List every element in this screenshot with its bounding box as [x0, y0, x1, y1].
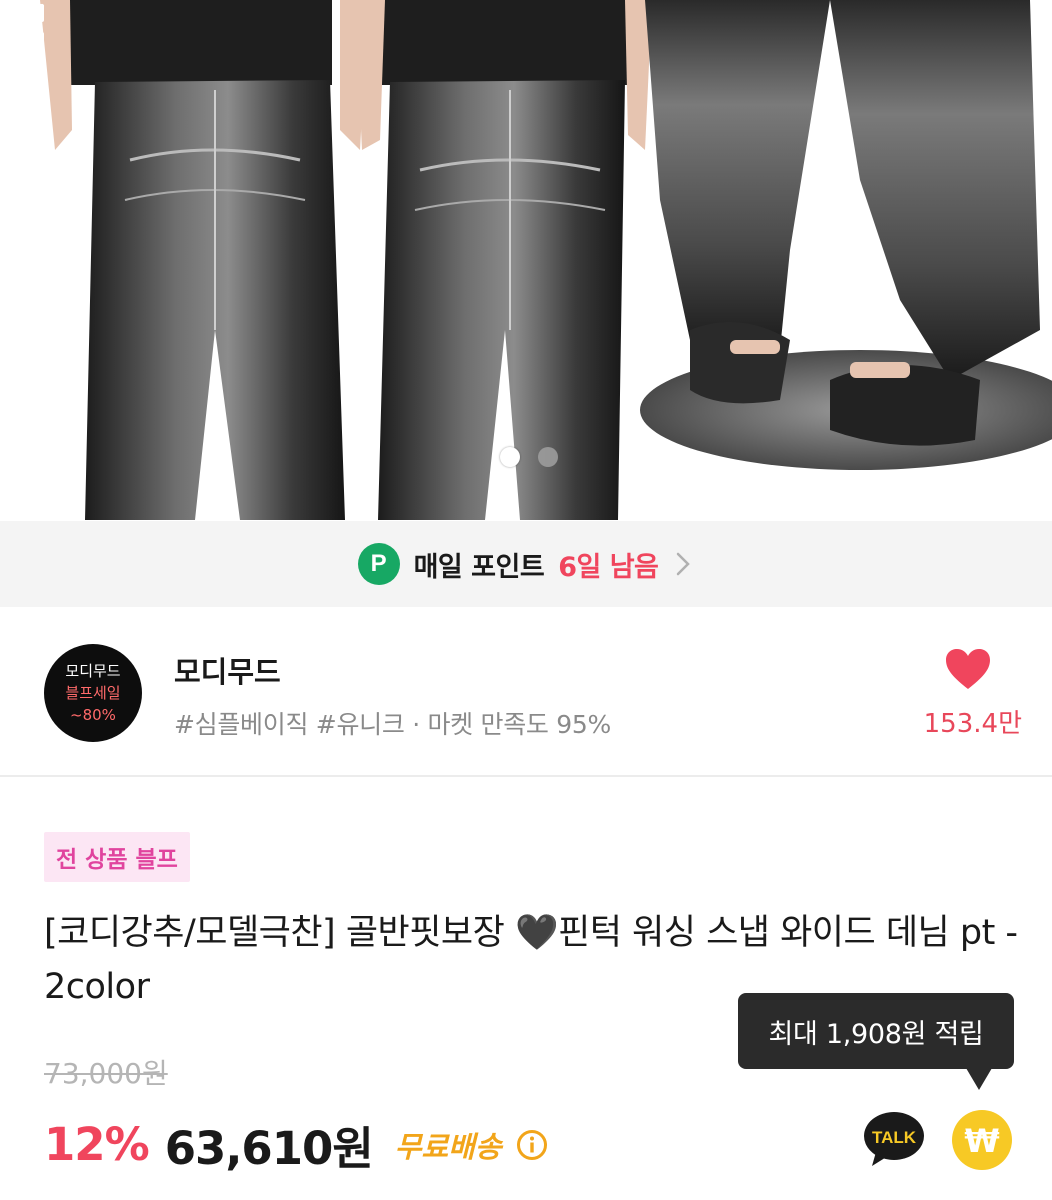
price-row: 12% 63,610원 무료배송 — [44, 1112, 548, 1177]
product-photo — [40, 0, 1052, 520]
carousel-dot-active[interactable] — [500, 447, 520, 467]
info-icon[interactable] — [516, 1129, 548, 1161]
shop-logo-line: ~80% — [70, 706, 116, 724]
shop-info-row[interactable]: 모디무드 블프세일 ~80% 모디무드 #심플베이직 #유니크 · 마켓 만족도… — [0, 607, 1052, 777]
shop-logo-line: 모디무드 — [65, 662, 121, 680]
carousel-dot[interactable] — [538, 447, 558, 467]
like-count: 153.4만 — [923, 709, 1022, 739]
fullscreen-expand-icon[interactable] — [0, 0, 48, 48]
won-coin-icon: ₩ — [953, 1111, 1011, 1169]
won-symbol: ₩ — [964, 1122, 999, 1160]
days-left-text: 6일 남음 — [558, 551, 659, 583]
shop-logo-line: 블프세일 — [65, 684, 121, 702]
discount-rate: 12% — [44, 1118, 150, 1171]
tooltip-tail — [966, 1068, 992, 1090]
shop-name[interactable]: 모디무드 — [174, 649, 281, 691]
heart-icon[interactable] — [944, 647, 992, 691]
promo-badge: 전 상품 블프 — [44, 832, 190, 882]
original-price: 73,000원 — [44, 1057, 168, 1090]
sale-price: 63,610원 — [164, 1122, 374, 1175]
product-image-carousel[interactable] — [0, 0, 1052, 521]
shop-logo[interactable]: 모디무드 블프세일 ~80% — [44, 644, 142, 742]
point-p-icon: P — [357, 543, 400, 585]
carousel-indicator — [500, 447, 558, 467]
reward-tooltip: 최대 1,908원 적립 — [738, 993, 1014, 1069]
chevron-right-icon — [677, 552, 691, 576]
talk-label: TALK — [872, 1128, 917, 1147]
kakao-talk-button[interactable]: TALK — [862, 1110, 926, 1168]
reward-coin-button[interactable]: ₩ — [952, 1110, 1012, 1170]
daily-point-label: 매일 포인트 — [413, 551, 545, 583]
free-shipping-label: 무료배송 — [394, 1129, 502, 1164]
daily-point-banner[interactable]: P 매일 포인트 6일 남음 — [0, 521, 1052, 607]
shop-tags: #심플베이직 #유니크 · 마켓 만족도 95% — [174, 710, 611, 739]
